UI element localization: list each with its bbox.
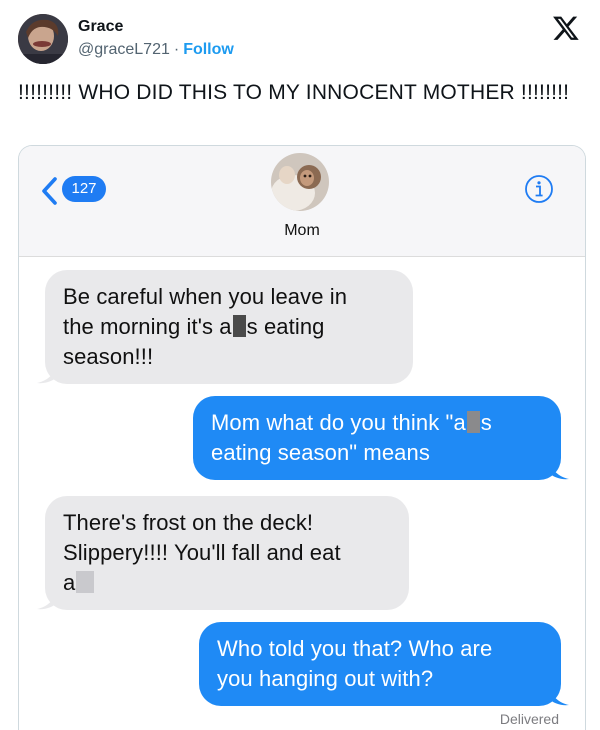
user-handle[interactable]: @graceL721 xyxy=(78,41,170,58)
message-text: Slippery!!!! You'll fall and eat xyxy=(63,540,341,565)
message-line: a xyxy=(63,568,391,598)
message-text: a xyxy=(63,570,76,595)
message-text: Be careful when you leave in xyxy=(63,284,348,309)
message-text: Who told you that? Who are xyxy=(217,636,493,661)
message-text: s eating xyxy=(246,314,325,339)
delivered-status: Delivered xyxy=(499,711,559,727)
message-line: Mom what do you think "a s xyxy=(211,408,543,438)
message-line: you hanging out with? xyxy=(217,664,543,694)
message-text: There's frost on the deck! xyxy=(63,510,314,535)
user-avatar[interactable] xyxy=(18,14,68,64)
censor-block xyxy=(232,315,246,337)
contact-photo[interactable] xyxy=(271,153,329,211)
message-text: eating season" means xyxy=(211,440,430,465)
message-line: Slippery!!!! You'll fall and eat xyxy=(63,538,391,568)
follow-button[interactable]: Follow xyxy=(183,41,234,58)
message-text: s xyxy=(480,410,492,435)
message-line: There's frost on the deck! xyxy=(63,508,391,538)
user-display-name[interactable]: Grace xyxy=(78,18,123,36)
message-bubble-outgoing[interactable]: Who told you that? Who are you hanging ou… xyxy=(199,622,561,706)
message-text: you hanging out with? xyxy=(217,666,434,691)
chevron-left-icon[interactable] xyxy=(39,176,59,206)
contact-name[interactable]: Mom xyxy=(19,222,585,240)
message-line: eating season" means xyxy=(211,438,543,468)
message-text: season!!! xyxy=(63,344,154,369)
tweet-text: !!!!!!!!! WHO DID THIS TO MY INNOCENT MO… xyxy=(18,81,570,104)
unread-count-badge[interactable]: 127 xyxy=(62,176,106,202)
message-bubble-incoming[interactable]: Be careful when you leave in the morning … xyxy=(45,270,413,384)
message-bubble-incoming[interactable]: There's frost on the deck! Slippery!!!! Y… xyxy=(45,496,409,610)
message-text: the morning it's a xyxy=(63,314,232,339)
embedded-screenshot: 127 Mom Be careful when you leave in the … xyxy=(18,145,586,730)
message-line: the morning it's a s eating xyxy=(63,312,395,342)
info-icon[interactable] xyxy=(524,174,554,204)
message-line: Who told you that? Who are xyxy=(217,634,543,664)
x-logo-icon[interactable] xyxy=(552,14,580,42)
message-line: Be careful when you leave in xyxy=(63,282,395,312)
separator-dot: · xyxy=(173,41,180,58)
message-text: Mom what do you think "a xyxy=(211,410,466,435)
message-line: season!!! xyxy=(63,342,395,372)
message-bubble-outgoing[interactable]: Mom what do you think "a s eating season" … xyxy=(193,396,561,480)
handle-row: @graceL721 · Follow xyxy=(78,41,234,59)
censor-block xyxy=(76,571,95,593)
censor-block xyxy=(466,411,480,433)
messages-header: 127 Mom xyxy=(19,146,585,257)
